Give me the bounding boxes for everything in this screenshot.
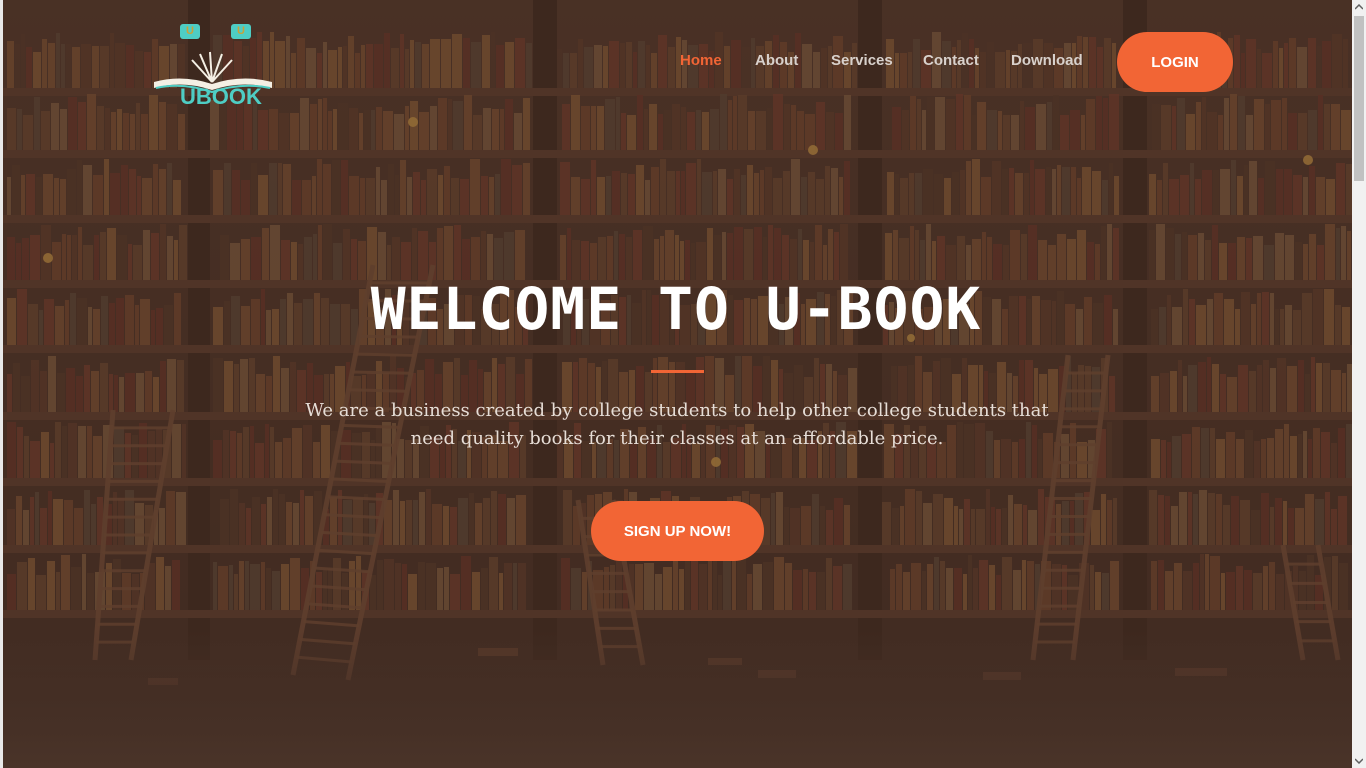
nav-download[interactable]: Download (1011, 52, 1083, 72)
hero-tagline: We are a business created by college stu… (305, 400, 1049, 449)
browser-viewport: U U UBOOK Home About Services Contact Do… (0, 0, 1366, 768)
headline-divider (651, 370, 704, 373)
nav-about[interactable]: About (755, 52, 798, 72)
hero-floor-fade (3, 628, 1352, 768)
logo-text: UBOOK (180, 84, 262, 109)
nav-contact[interactable]: Contact (923, 52, 979, 72)
hero-headline: WELCOME TO U-BOOK (370, 275, 982, 343)
scrollbar-thumb[interactable] (1354, 16, 1364, 181)
chevron-down-icon[interactable] (1352, 754, 1366, 768)
login-button[interactable]: LOGIN (1117, 32, 1233, 92)
ubook-logo[interactable]: U U UBOOK (152, 20, 277, 110)
nav-services[interactable]: Services (831, 52, 893, 72)
hero-section (3, 0, 1352, 768)
sign-up-button[interactable]: SIGN UP NOW! (591, 501, 764, 561)
chevron-up-icon[interactable] (1352, 0, 1366, 14)
nav-home[interactable]: Home (680, 52, 722, 72)
page-scrollbar[interactable] (1352, 0, 1366, 768)
window-edge (0, 0, 3, 768)
